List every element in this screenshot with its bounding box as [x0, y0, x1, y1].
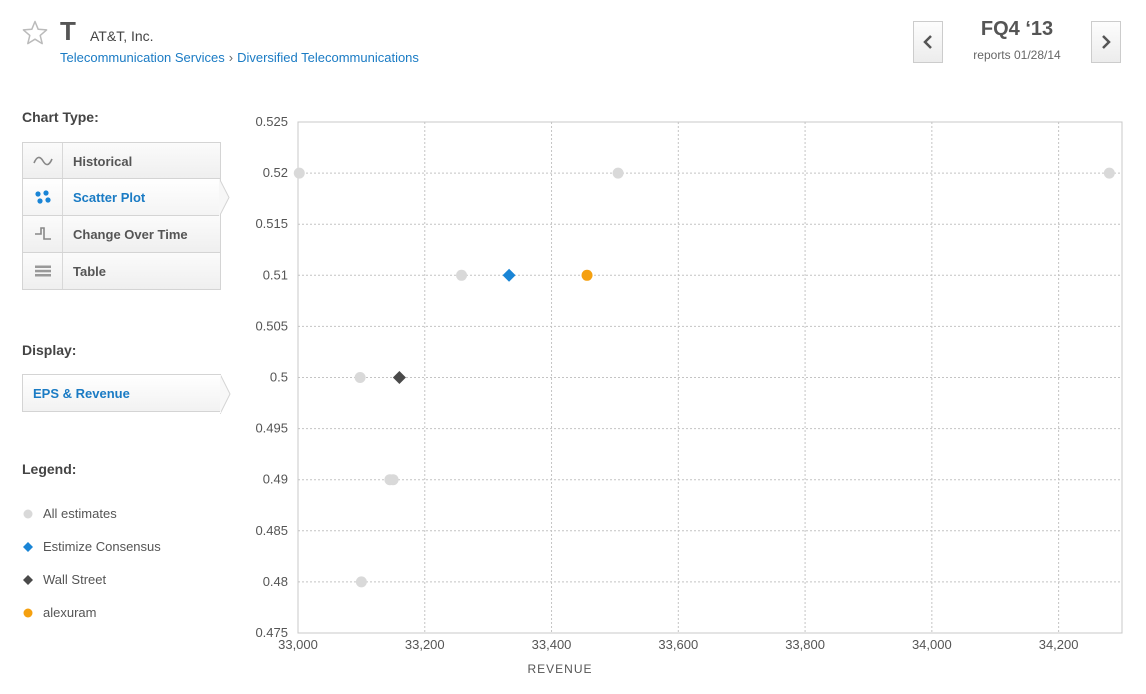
y-tick-label: 0.49 — [263, 472, 288, 487]
data-point-all-estimates — [387, 474, 399, 486]
data-point-all-estimates — [612, 167, 624, 179]
y-tick-label: 0.485 — [255, 523, 288, 538]
x-tick-label: 33,600 — [658, 637, 698, 652]
y-tick-label: 0.495 — [255, 421, 288, 436]
data-point-all-estimates — [355, 576, 367, 588]
y-tick-label: 0.51 — [263, 267, 288, 282]
data-point-all-estimates — [456, 269, 468, 281]
y-tick-label: 0.5 — [270, 370, 288, 385]
data-point-all-estimates — [293, 167, 305, 179]
data-point-all-estimates — [1103, 167, 1115, 179]
y-tick-label: 0.505 — [255, 318, 288, 333]
y-tick-label: 0.525 — [255, 114, 288, 129]
data-point-alexuram — [581, 269, 593, 281]
x-tick-label: 34,000 — [912, 637, 952, 652]
x-tick-label: 33,400 — [532, 637, 572, 652]
scatter-chart: 33,000 33,200 33,400 33,600 33,800 34,000 34,2… — [255, 114, 1123, 676]
x-axis-title: REVENUE — [527, 662, 592, 676]
x-tick-label: 34,200 — [1039, 637, 1079, 652]
y-tick-label: 0.515 — [255, 216, 288, 231]
x-tick-label: 33,200 — [405, 637, 445, 652]
y-tick-label: 0.48 — [263, 574, 288, 589]
data-point-all-estimates — [354, 372, 366, 383]
y-tick-label: 0.475 — [255, 625, 288, 640]
y-tick-label: 0.52 — [263, 165, 288, 180]
x-tick-label: 33,800 — [785, 637, 825, 652]
